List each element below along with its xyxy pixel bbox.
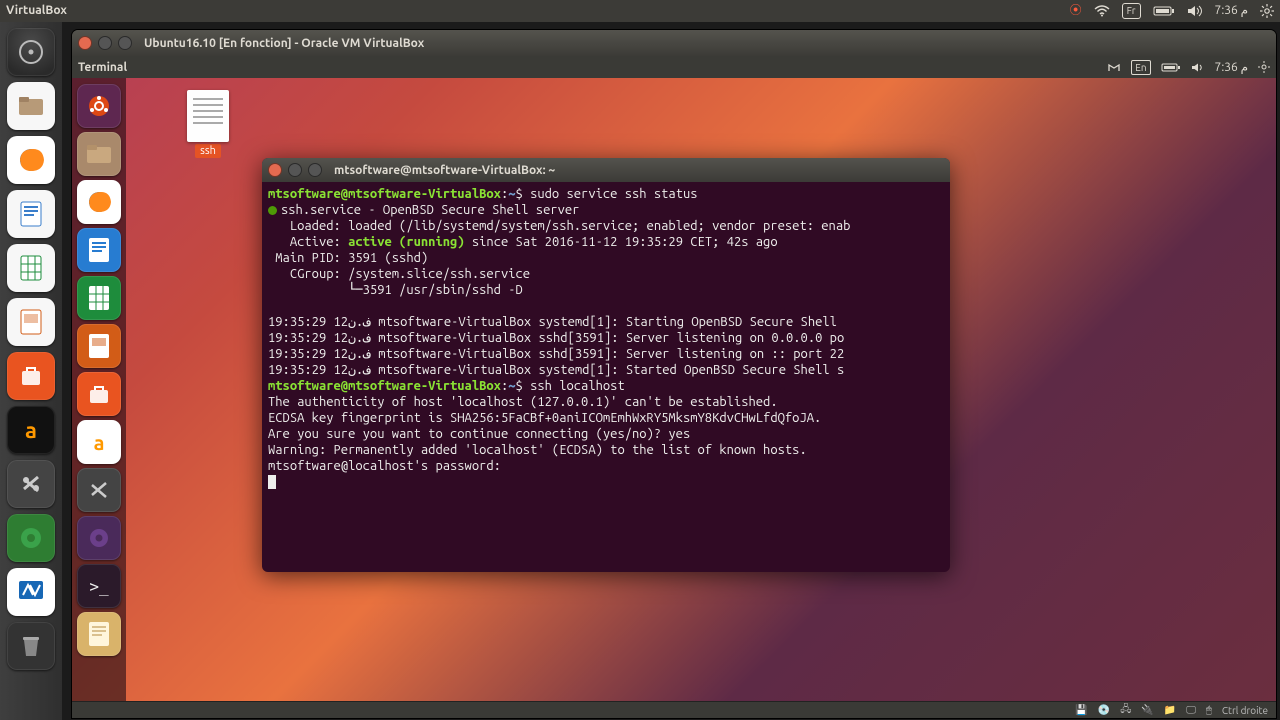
network-icon[interactable] — [1107, 61, 1121, 73]
terminal-body[interactable]: mtsoftware@mtsoftware-VirtualBox:~$ sudo… — [262, 182, 950, 572]
host-clock[interactable]: 7:36 م — [1215, 0, 1248, 22]
host-files-icon[interactable] — [7, 82, 55, 130]
host-system-tray: ⦿ Fr 7:36 م — [1070, 0, 1274, 22]
host-help-icon[interactable] — [7, 514, 55, 562]
host-writer-icon[interactable] — [7, 190, 55, 238]
guest-firefox-icon[interactable] — [77, 180, 121, 224]
document-icon — [187, 90, 229, 142]
guest-files-icon[interactable] — [77, 132, 121, 176]
status-dot-icon — [268, 206, 277, 215]
desktop-file-label: ssh — [195, 144, 221, 158]
close-icon[interactable] — [268, 163, 282, 177]
host-firefox-icon[interactable] — [7, 136, 55, 184]
guest-desktop[interactable]: a >_ ssh mtsoftware@mtsoftware-VirtualBo… — [72, 78, 1276, 702]
guest-writer-icon[interactable] — [77, 228, 121, 272]
volume-icon[interactable] — [1191, 62, 1205, 73]
host-settings-icon[interactable] — [7, 460, 55, 508]
vm-usb-icon[interactable]: 🔌 — [1141, 704, 1153, 716]
host-top-bar: VirtualBox ⦿ Fr 7:36 م — [0, 0, 1280, 22]
host-app-title: VirtualBox — [6, 0, 67, 22]
gear-icon[interactable] — [1258, 61, 1270, 73]
host-amazon-icon[interactable]: a — [7, 406, 55, 454]
vm-status-bar: 💾 💿 🖧 🔌 📁 🖵 🖱 Ctrl droite — [72, 701, 1276, 718]
close-icon[interactable] — [78, 36, 92, 50]
minimize-icon[interactable] — [98, 36, 112, 50]
host-trash-icon[interactable] — [7, 622, 55, 670]
host-calc-icon[interactable] — [7, 244, 55, 292]
guest-settings-icon[interactable] — [77, 468, 121, 512]
vm-window: Ubuntu16.10 [En fonction] - Oracle VM Vi… — [72, 30, 1276, 718]
guest-texteditor-icon[interactable] — [77, 612, 121, 656]
vm-titlebar[interactable]: Ubuntu16.10 [En fonction] - Oracle VM Vi… — [72, 30, 1276, 56]
host-dash-icon[interactable] — [7, 28, 55, 76]
vm-network-icon[interactable]: 🖧 — [1120, 702, 1131, 719]
vm-shared-icon[interactable]: 📁 — [1164, 704, 1176, 716]
guest-system-tray: En 7:36 م — [1107, 60, 1270, 75]
guest-lang-indicator[interactable]: En — [1131, 60, 1150, 75]
record-icon[interactable]: ⦿ — [1070, 0, 1082, 22]
battery-icon[interactable] — [1153, 0, 1175, 22]
maximize-icon[interactable] — [308, 163, 322, 177]
terminal-titlebar[interactable]: mtsoftware@mtsoftware-VirtualBox: ~ — [262, 158, 950, 182]
vm-display-icon[interactable]: 🖵 — [1186, 704, 1196, 716]
vm-window-title: Ubuntu16.10 [En fonction] - Oracle VM Vi… — [144, 37, 424, 50]
host-lang-indicator[interactable]: Fr — [1122, 3, 1141, 19]
guest-help-icon[interactable] — [77, 516, 121, 560]
guest-software-icon[interactable] — [77, 372, 121, 416]
guest-dash-icon[interactable] — [77, 84, 121, 128]
vm-hostkey: Ctrl droite — [1222, 705, 1268, 716]
vm-optical-icon[interactable]: 💿 — [1098, 704, 1110, 716]
volume-icon[interactable] — [1187, 0, 1203, 22]
host-virtualbox-icon[interactable] — [7, 568, 55, 616]
vm-mouse-icon[interactable]: 🖱 — [1206, 704, 1212, 716]
terminal-title: mtsoftware@mtsoftware-VirtualBox: ~ — [334, 164, 555, 177]
desktop-file-ssh[interactable]: ssh — [180, 90, 236, 158]
host-impress-icon[interactable] — [7, 298, 55, 346]
minimize-icon[interactable] — [288, 163, 302, 177]
guest-clock[interactable]: 7:36 م — [1215, 60, 1248, 74]
guest-top-bar: Terminal En 7:36 م — [72, 56, 1276, 78]
guest-amazon-icon[interactable]: a — [77, 420, 121, 464]
guest-calc-icon[interactable] — [77, 276, 121, 320]
battery-icon[interactable] — [1161, 62, 1181, 73]
maximize-icon[interactable] — [118, 36, 132, 50]
vm-disk-icon[interactable]: 💾 — [1075, 704, 1087, 716]
gear-icon[interactable] — [1260, 0, 1274, 22]
host-launcher: a — [0, 22, 62, 720]
wifi-icon[interactable] — [1094, 0, 1110, 22]
guest-active-app[interactable]: Terminal — [78, 61, 127, 74]
terminal-window: mtsoftware@mtsoftware-VirtualBox: ~ mtso… — [262, 158, 950, 572]
terminal-cursor — [268, 475, 276, 489]
host-software-icon[interactable] — [7, 352, 55, 400]
guest-launcher: a >_ — [72, 78, 126, 702]
guest-terminal-icon[interactable]: >_ — [77, 564, 121, 608]
guest-impress-icon[interactable] — [77, 324, 121, 368]
